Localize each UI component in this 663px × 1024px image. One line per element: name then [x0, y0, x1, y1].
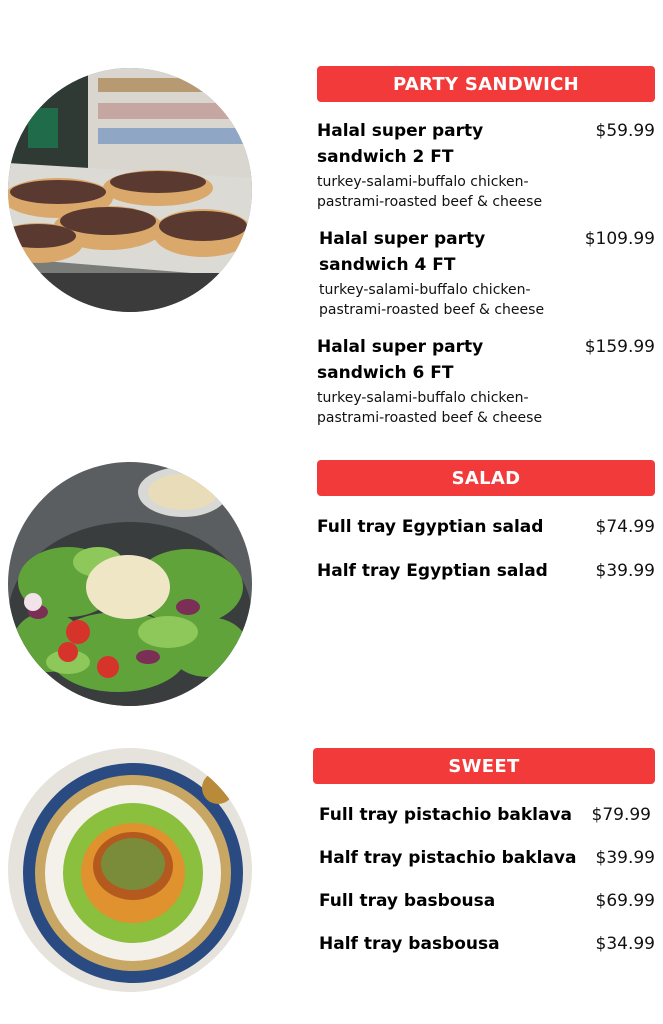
- list-item: Full tray basbousa $69.99: [319, 888, 655, 914]
- list-item: Full tray Egyptian salad $74.99: [317, 514, 655, 540]
- section-banner-sweet: SWEET: [313, 748, 655, 784]
- item-price: $59.99: [595, 121, 655, 141]
- section-banner-party-sandwich: PARTY SANDWICH: [317, 66, 655, 102]
- section-banner-salad: SALAD: [317, 460, 655, 496]
- item-price: $34.99: [595, 934, 655, 954]
- list-item: Half tray basbousa $34.99: [319, 931, 655, 957]
- list-item: Halal super party sandwich 6 FT turkey-s…: [317, 334, 655, 428]
- item-name: Halal super party sandwich 6 FT: [317, 337, 484, 383]
- item-price: $159.99: [584, 337, 655, 357]
- item-price: $39.99: [595, 848, 655, 868]
- list-item: Full tray pistachio baklava $79.99: [319, 802, 655, 828]
- list-item: Halal super party sandwich 4 FT turkey-s…: [319, 226, 655, 320]
- item-description: turkey-salami-buffalo chicken-pastrami-r…: [317, 174, 543, 210]
- item-price: $69.99: [595, 891, 655, 911]
- item-price: $39.99: [595, 561, 655, 581]
- list-item: Halal super party sandwich 2 FT turkey-s…: [317, 118, 655, 212]
- item-description: turkey-salami-buffalo chicken-pastrami-r…: [317, 390, 543, 426]
- item-name: Halal super party sandwich 4 FT: [319, 229, 486, 275]
- item-price: $79.99: [591, 805, 651, 825]
- salad-photo: [8, 462, 252, 706]
- item-name: Halal super party sandwich 2 FT: [317, 121, 484, 167]
- item-price: $74.99: [595, 517, 655, 537]
- list-item: Half tray Egyptian salad $39.99: [317, 558, 655, 584]
- sweet-photo: [8, 748, 252, 992]
- item-price: $109.99: [584, 229, 655, 249]
- item-description: turkey-salami-buffalo chicken-pastrami-r…: [319, 282, 545, 318]
- list-item: Half tray pistachio baklava $39.99: [319, 845, 655, 871]
- party-sandwich-photo: [8, 68, 252, 312]
